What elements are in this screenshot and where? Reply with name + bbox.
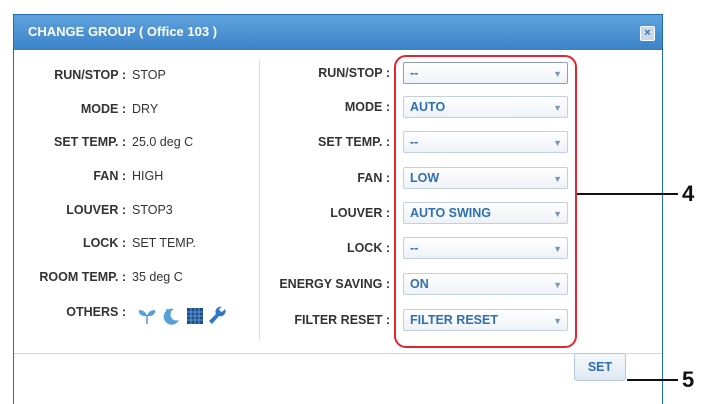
status-label: MODE : <box>80 102 126 116</box>
callout-line-5 <box>627 379 678 381</box>
status-label: OTHERS : <box>66 305 126 319</box>
status-value: DRY <box>132 102 159 116</box>
night-moon-icon <box>163 308 179 325</box>
set-button[interactable]: SET <box>574 353 626 381</box>
footer-divider <box>14 353 662 354</box>
status-value: 25.0 deg C <box>132 135 194 149</box>
selects-highlight-box <box>394 55 577 348</box>
close-icon[interactable]: × <box>640 26 655 41</box>
setting-label-lock: LOCK : <box>346 241 390 255</box>
status-label: SET TEMP. : <box>53 135 126 149</box>
dialog-title: CHANGE GROUP ( Office 103 ) <box>28 24 218 39</box>
filter-wrench-icon <box>209 306 226 324</box>
status-value: SET TEMP. <box>132 236 196 250</box>
status-label: LOCK : <box>82 236 126 250</box>
status-value: HIGH <box>132 169 164 183</box>
callout-number-5: 5 <box>682 367 695 392</box>
setting-label-mode: MODE : <box>344 100 390 114</box>
schedule-grid-icon <box>187 308 203 324</box>
energy-saving-leaf-icon <box>138 310 156 324</box>
status-value: STOP3 <box>132 203 173 217</box>
status-label: FAN : <box>93 169 126 183</box>
callout-number-4: 4 <box>682 181 695 206</box>
setting-label-run-stop: RUN/STOP : <box>318 66 390 80</box>
setting-label-filter-reset: FILTER RESET : <box>294 313 390 327</box>
status-label: RUN/STOP : <box>54 68 126 82</box>
setting-label-energy-saving: ENERGY SAVING : <box>279 277 390 291</box>
setting-label-fan: FAN : <box>357 171 390 185</box>
callout-line-4 <box>577 193 678 195</box>
status-label: LOUVER : <box>66 203 126 217</box>
status-value: STOP <box>132 68 166 82</box>
setting-label-set-temp: SET TEMP. : <box>317 135 390 149</box>
status-label: ROOM TEMP. : <box>39 270 126 284</box>
dialog-title-bar[interactable]: CHANGE GROUP ( Office 103 ) × <box>14 15 662 50</box>
status-value: 35 deg C <box>132 270 183 284</box>
setting-label-louver: LOUVER : <box>330 206 390 220</box>
